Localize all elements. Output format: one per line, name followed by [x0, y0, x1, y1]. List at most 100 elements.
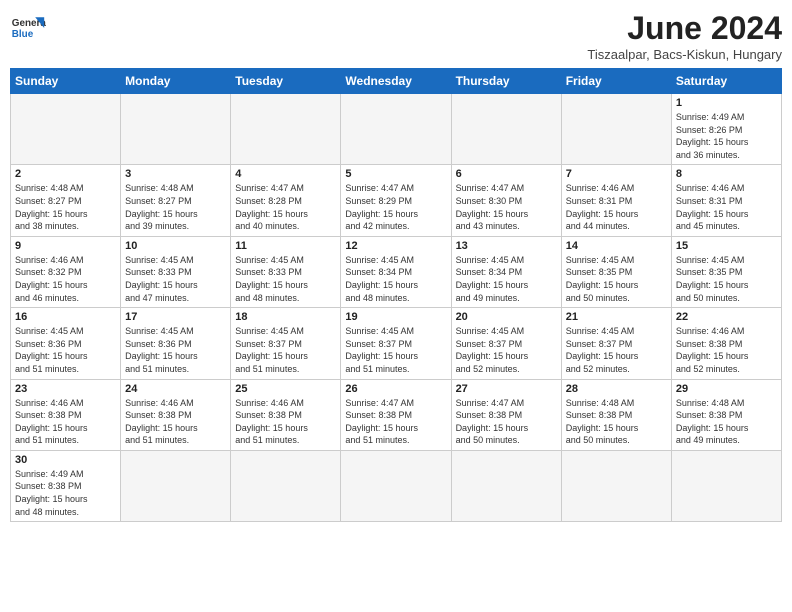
day-cell: 12Sunrise: 4:45 AM Sunset: 8:34 PM Dayli… — [341, 236, 451, 307]
day-number: 9 — [15, 240, 116, 252]
day-info: Sunrise: 4:46 AM Sunset: 8:31 PM Dayligh… — [676, 182, 777, 232]
day-info: Sunrise: 4:45 AM Sunset: 8:35 PM Dayligh… — [676, 254, 777, 304]
day-info: Sunrise: 4:47 AM Sunset: 8:38 PM Dayligh… — [345, 397, 446, 447]
day-number: 24 — [125, 383, 226, 395]
day-cell: 5Sunrise: 4:47 AM Sunset: 8:29 PM Daylig… — [341, 165, 451, 236]
day-cell — [121, 450, 231, 521]
week-row-4: 16Sunrise: 4:45 AM Sunset: 8:36 PM Dayli… — [11, 308, 782, 379]
day-number: 25 — [235, 383, 336, 395]
day-number: 28 — [566, 383, 667, 395]
day-info: Sunrise: 4:45 AM Sunset: 8:37 PM Dayligh… — [566, 325, 667, 375]
day-info: Sunrise: 4:45 AM Sunset: 8:33 PM Dayligh… — [125, 254, 226, 304]
day-cell: 24Sunrise: 4:46 AM Sunset: 8:38 PM Dayli… — [121, 379, 231, 450]
day-info: Sunrise: 4:47 AM Sunset: 8:38 PM Dayligh… — [456, 397, 557, 447]
week-row-1: 1Sunrise: 4:49 AM Sunset: 8:26 PM Daylig… — [11, 94, 782, 165]
day-number: 8 — [676, 168, 777, 180]
week-row-6: 30 Sunrise: 4:49 AM Sunset: 8:38 PM Dayli… — [11, 450, 782, 521]
day-number: 10 — [125, 240, 226, 252]
day-cell — [341, 450, 451, 521]
day-number: 17 — [125, 311, 226, 323]
day-info: Sunrise: 4:46 AM Sunset: 8:32 PM Dayligh… — [15, 254, 116, 304]
day-info: Sunrise: 4:48 AM Sunset: 8:38 PM Dayligh… — [676, 397, 777, 447]
day-info: Sunrise: 4:49 AM Sunset: 8:26 PM Dayligh… — [676, 111, 777, 161]
day-info: Sunrise: 4:48 AM Sunset: 8:27 PM Dayligh… — [15, 182, 116, 232]
calendar-title: June 2024 — [587, 10, 782, 47]
day-cell — [341, 94, 451, 165]
day-cell: 17 Sunrise: 4:45 AM Sunset: 8:36 PM Dayli… — [121, 308, 231, 379]
day-cell: 13Sunrise: 4:45 AM Sunset: 8:34 PM Dayli… — [451, 236, 561, 307]
calendar-table: SundayMondayTuesdayWednesdayThursdayFrid… — [10, 68, 782, 522]
day-info: Sunrise: 4:45 AM Sunset: 8:36 PM Dayligh… — [125, 325, 226, 375]
day-number: 19 — [345, 311, 446, 323]
day-info: Sunrise: 4:45 AM Sunset: 8:37 PM Dayligh… — [456, 325, 557, 375]
day-cell — [561, 94, 671, 165]
logo: General Blue — [10, 10, 46, 46]
day-info: Sunrise: 4:45 AM Sunset: 8:34 PM Dayligh… — [456, 254, 557, 304]
generalblue-logo-icon: General Blue — [10, 10, 46, 46]
day-info: Sunrise: 4:46 AM Sunset: 8:38 PM Dayligh… — [235, 397, 336, 447]
day-cell — [451, 450, 561, 521]
day-number: 23 — [15, 383, 116, 395]
day-number: 26 — [345, 383, 446, 395]
calendar-subtitle: Tiszaalpar, Bacs-Kiskun, Hungary — [587, 47, 782, 62]
day-info: Sunrise: 4:45 AM Sunset: 8:33 PM Dayligh… — [235, 254, 336, 304]
day-number: 4 — [235, 168, 336, 180]
day-number: 21 — [566, 311, 667, 323]
day-cell — [11, 94, 121, 165]
day-info: Sunrise: 4:47 AM Sunset: 8:28 PM Dayligh… — [235, 182, 336, 232]
day-number: 18 — [235, 311, 336, 323]
day-cell: 2 Sunrise: 4:48 AM Sunset: 8:27 PM Daylig… — [11, 165, 121, 236]
day-info: Sunrise: 4:49 AM Sunset: 8:38 PM Dayligh… — [15, 468, 116, 518]
weekday-header-row: SundayMondayTuesdayWednesdayThursdayFrid… — [11, 69, 782, 94]
weekday-header-thursday: Thursday — [451, 69, 561, 94]
day-cell: 27 Sunrise: 4:47 AM Sunset: 8:38 PM Dayli… — [451, 379, 561, 450]
title-area: June 2024 Tiszaalpar, Bacs-Kiskun, Hunga… — [587, 10, 782, 62]
week-row-5: 23 Sunrise: 4:46 AM Sunset: 8:38 PM Dayli… — [11, 379, 782, 450]
day-cell: 26 Sunrise: 4:47 AM Sunset: 8:38 PM Dayli… — [341, 379, 451, 450]
day-cell: 20 Sunrise: 4:45 AM Sunset: 8:37 PM Dayli… — [451, 308, 561, 379]
day-number: 20 — [456, 311, 557, 323]
day-cell: 6 Sunrise: 4:47 AM Sunset: 8:30 PM Daylig… — [451, 165, 561, 236]
week-row-3: 9 Sunrise: 4:46 AM Sunset: 8:32 PM Daylig… — [11, 236, 782, 307]
day-cell: 10 Sunrise: 4:45 AM Sunset: 8:33 PM Dayli… — [121, 236, 231, 307]
day-number: 2 — [15, 168, 116, 180]
day-cell: 9 Sunrise: 4:46 AM Sunset: 8:32 PM Daylig… — [11, 236, 121, 307]
day-number: 11 — [235, 240, 336, 252]
day-number: 6 — [456, 168, 557, 180]
day-cell: 1Sunrise: 4:49 AM Sunset: 8:26 PM Daylig… — [671, 94, 781, 165]
weekday-header-saturday: Saturday — [671, 69, 781, 94]
weekday-header-wednesday: Wednesday — [341, 69, 451, 94]
day-cell: 25 Sunrise: 4:46 AM Sunset: 8:38 PM Dayli… — [231, 379, 341, 450]
day-cell: 7Sunrise: 4:46 AM Sunset: 8:31 PM Daylig… — [561, 165, 671, 236]
day-number: 27 — [456, 383, 557, 395]
day-number: 22 — [676, 311, 777, 323]
day-cell: 14Sunrise: 4:45 AM Sunset: 8:35 PM Dayli… — [561, 236, 671, 307]
day-cell: 16Sunrise: 4:45 AM Sunset: 8:36 PM Dayli… — [11, 308, 121, 379]
day-cell: 18Sunrise: 4:45 AM Sunset: 8:37 PM Dayli… — [231, 308, 341, 379]
day-number: 3 — [125, 168, 226, 180]
day-info: Sunrise: 4:45 AM Sunset: 8:36 PM Dayligh… — [15, 325, 116, 375]
calendar-header: General Blue June 2024 Tiszaalpar, Bacs-… — [10, 10, 782, 62]
day-cell: 4 Sunrise: 4:47 AM Sunset: 8:28 PM Daylig… — [231, 165, 341, 236]
weekday-header-sunday: Sunday — [11, 69, 121, 94]
day-cell: 23 Sunrise: 4:46 AM Sunset: 8:38 PM Dayli… — [11, 379, 121, 450]
weekday-header-monday: Monday — [121, 69, 231, 94]
day-cell: 15 Sunrise: 4:45 AM Sunset: 8:35 PM Dayli… — [671, 236, 781, 307]
day-cell — [231, 94, 341, 165]
day-cell — [561, 450, 671, 521]
svg-text:Blue: Blue — [12, 29, 34, 40]
day-cell: 30 Sunrise: 4:49 AM Sunset: 8:38 PM Dayli… — [11, 450, 121, 521]
day-number: 12 — [345, 240, 446, 252]
day-cell: 3 Sunrise: 4:48 AM Sunset: 8:27 PM Daylig… — [121, 165, 231, 236]
day-cell: 28Sunrise: 4:48 AM Sunset: 8:38 PM Dayli… — [561, 379, 671, 450]
day-info: Sunrise: 4:46 AM Sunset: 8:38 PM Dayligh… — [15, 397, 116, 447]
day-number: 30 — [15, 454, 116, 466]
day-info: Sunrise: 4:46 AM Sunset: 8:31 PM Dayligh… — [566, 182, 667, 232]
day-info: Sunrise: 4:47 AM Sunset: 8:30 PM Dayligh… — [456, 182, 557, 232]
day-cell: 29Sunrise: 4:48 AM Sunset: 8:38 PM Dayli… — [671, 379, 781, 450]
day-number: 14 — [566, 240, 667, 252]
day-number: 15 — [676, 240, 777, 252]
day-info: Sunrise: 4:48 AM Sunset: 8:27 PM Dayligh… — [125, 182, 226, 232]
weekday-header-tuesday: Tuesday — [231, 69, 341, 94]
day-number: 5 — [345, 168, 446, 180]
